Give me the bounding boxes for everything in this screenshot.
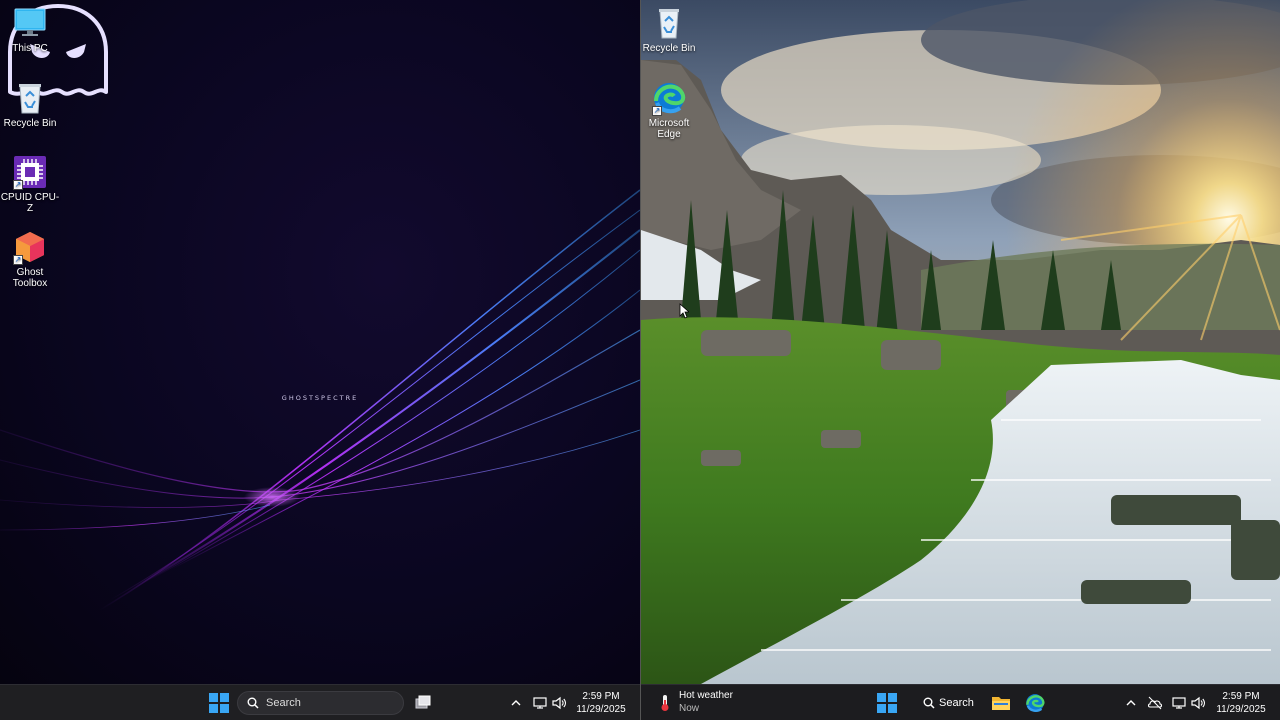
shortcut-arrow-icon: ↗ [13, 180, 23, 190]
desktop-icon-microsoft-edge[interactable]: ↗ Microsoft Edge [641, 81, 700, 140]
network-icon[interactable] [1171, 695, 1187, 711]
clock-time: 2:59 PM [582, 691, 620, 702]
onedrive-icon[interactable] [1147, 695, 1163, 711]
search-icon [247, 697, 259, 709]
waterfall-wallpaper [641, 0, 1280, 684]
right-screen: Recycle Bin ↗ Microsoft Edge Hot weather… [641, 0, 1280, 720]
recycle-bin-icon [652, 6, 686, 40]
chevron-up-icon[interactable] [508, 695, 524, 711]
ghostspectre-wordmark: GHOSTSPECTRE [281, 394, 359, 402]
weather-subtitle: Now [679, 703, 700, 714]
desktop-icon-label: Recycle Bin [642, 43, 696, 54]
clock-time: 2:59 PM [1222, 691, 1260, 702]
desktop-icon-recycle-bin[interactable]: Recycle Bin [641, 6, 700, 54]
cpu-z-icon: ↗ [13, 155, 47, 190]
shortcut-arrow-icon: ↗ [652, 106, 662, 116]
taskbar-clock[interactable]: 2:59 PM 11/29/2025 [1211, 690, 1271, 716]
chevron-up-icon[interactable] [1123, 695, 1139, 711]
left-screen: GHOSTSPECTRE This PC Recycle Bin ↗ CPUID… [0, 0, 640, 720]
search-icon [923, 697, 935, 709]
edge-icon: ↗ [652, 81, 686, 116]
taskbar-search-box[interactable]: Search [237, 691, 404, 715]
volume-icon[interactable] [551, 695, 567, 711]
right-taskbar: Hot weather Now Search 2:59 PM 11/29/202… [641, 684, 1280, 720]
desktop-icon-this-pc[interactable]: This PC [0, 6, 61, 54]
landscape-scene [641, 0, 1280, 684]
ghostspectre-wallpaper: GHOSTSPECTRE [0, 0, 640, 684]
network-icon[interactable] [532, 695, 548, 711]
thermometer-icon [661, 695, 669, 711]
weather-widget[interactable]: Hot weather Now [657, 690, 767, 716]
mouse-cursor-icon [679, 303, 689, 319]
desktop-icon-label: Microsoft Edge [648, 118, 690, 140]
desktop-icon-label: Recycle Bin [3, 118, 57, 129]
desktop-icon-label: This PC [12, 43, 48, 54]
search-placeholder: Search [266, 697, 301, 709]
desktop-icon-label: CPUID CPU-Z [0, 192, 60, 214]
monitor-icon [13, 6, 47, 40]
windows-start-icon[interactable] [877, 693, 897, 713]
shortcut-arrow-icon: ↗ [13, 255, 23, 265]
search-label: Search [939, 697, 974, 709]
clock-date: 11/29/2025 [1216, 704, 1266, 715]
edge-icon[interactable] [1025, 693, 1045, 713]
desktop-icon-label: Ghost Toolbox [12, 267, 48, 289]
desktop-icon-cpuid-cpu-z[interactable]: ↗ CPUID CPU-Z [0, 155, 61, 214]
volume-icon[interactable] [1190, 695, 1206, 711]
taskbar-search-button[interactable]: Search [915, 692, 975, 714]
weather-title: Hot weather [679, 690, 733, 701]
recycle-bin-icon [13, 81, 47, 115]
taskbar-clock[interactable]: 2:59 PM 11/29/2025 [571, 690, 631, 716]
left-taskbar: Search 2:59 PM 11/29/2025 [0, 684, 640, 720]
ghost-toolbox-icon: ↗ [13, 230, 47, 265]
windows-start-icon[interactable] [209, 693, 229, 713]
desktop-icon-ghost-toolbox[interactable]: ↗ Ghost Toolbox [0, 230, 61, 289]
file-explorer-icon[interactable] [991, 693, 1011, 713]
clock-date: 11/29/2025 [576, 704, 626, 715]
desktop-icon-recycle-bin[interactable]: Recycle Bin [0, 81, 61, 129]
task-view-icon[interactable] [414, 694, 432, 712]
